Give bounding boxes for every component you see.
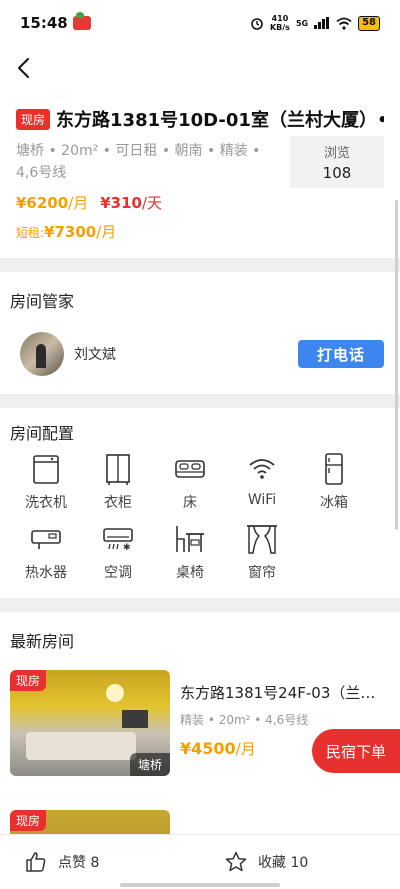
network-speed: 410 KB/s — [270, 14, 290, 32]
wifi-icon — [249, 459, 275, 479]
facility-label: 热水器 — [25, 565, 67, 581]
alarm-icon — [251, 18, 263, 30]
short-rent-row: 短租:¥7300/月 — [16, 221, 384, 242]
fridge-icon — [325, 453, 343, 485]
like-button[interactable]: 点赞 8 — [0, 850, 200, 874]
short-rent-price: ¥7300 — [44, 223, 97, 241]
listing-title: 东方路1381号10D-01室（兰村大厦）• — [56, 110, 384, 131]
facility-item: 洗衣机 — [10, 452, 82, 512]
title-row: 现房 东方路1381号10D-01室（兰村大厦）• — [16, 106, 384, 132]
facility-label: 冰箱 — [320, 495, 348, 511]
views-label: 浏览 — [323, 146, 350, 161]
short-rent-unit: /月 — [96, 223, 117, 241]
bottom-bar: 点赞 8 收藏 10 — [0, 834, 400, 889]
signal-icon — [314, 17, 330, 29]
thumbnail-sofa — [26, 732, 136, 760]
divider — [0, 258, 400, 272]
status-bar: 15:48 410 KB/s 5G 58 — [0, 0, 400, 46]
views-count: 108 — [322, 164, 352, 182]
call-button[interactable]: 打电话 — [298, 340, 384, 368]
facility-item: 热水器 — [10, 522, 82, 582]
listing-price-unit: /月 — [235, 740, 256, 758]
listing-card-title: 东方路1381号24F-03（兰… — [180, 684, 376, 702]
curtain-icon — [247, 525, 277, 554]
wifi-status-icon — [336, 17, 352, 30]
monthly-unit: /月 — [68, 194, 89, 212]
monthly-price: ¥6200 — [16, 194, 69, 212]
table-chair-icon — [176, 526, 204, 552]
agent-row: 刘文斌 打电话 — [0, 312, 400, 394]
facility-label: 空调 — [104, 565, 132, 581]
bnb-order-button[interactable]: 民宿下单 — [312, 729, 400, 773]
app-notification-icon — [72, 12, 91, 30]
listing-tag: 现房 — [10, 810, 47, 831]
scrollbar[interactable] — [395, 200, 398, 530]
nav-bar — [0, 46, 400, 90]
listing-card-meta: 精装 • 20m² • 4,6号线 — [180, 713, 309, 727]
star-icon — [225, 851, 247, 872]
agent-section: 房间管家 刘文斌 打电话 — [0, 272, 400, 394]
washing-machine-icon — [33, 455, 59, 484]
facilities-title: 房间配置 — [10, 424, 75, 443]
facilities-grid: 洗衣机 衣柜 床 WiFi 冰箱 热水器 ✱ 空调 桌椅 窗帘 — [10, 444, 400, 592]
facility-label: 洗衣机 — [25, 495, 67, 511]
status-time-group: 15:48 — [20, 12, 91, 32]
air-conditioner-icon: ✱ — [103, 528, 133, 553]
divider — [0, 394, 400, 408]
speed-unit: KB/s — [269, 23, 290, 32]
views-box: 浏览 108 — [290, 136, 384, 188]
facility-label: WiFi — [247, 492, 277, 508]
facility-label: 床 — [183, 495, 197, 511]
thumbnail-lamp — [106, 684, 124, 702]
price-row: ¥6200/月 ¥310/天 — [16, 192, 384, 213]
status-tag: 现房 — [16, 108, 51, 130]
home-indicator — [120, 883, 280, 887]
status-time: 15:48 — [20, 14, 68, 32]
facility-item: 窗帘 — [226, 522, 298, 582]
latest-title: 最新房间 — [10, 632, 75, 651]
svg-text:✱: ✱ — [123, 543, 131, 553]
network-type: 5G — [295, 18, 309, 28]
thumbnail-picture — [122, 710, 148, 728]
listing-meta: 塘桥 • 20m² • 可日租 • 朝南 • 精装 • 4,6号线 — [16, 143, 261, 181]
thumbs-up-icon — [26, 852, 46, 872]
speed-value: 410 — [271, 14, 289, 23]
agent-section-title: 房间管家 — [10, 292, 75, 311]
facility-item: 床 — [154, 452, 226, 512]
avatar — [20, 332, 64, 376]
listing-price-value: ¥4500 — [180, 739, 236, 758]
favorite-label: 收藏 10 — [258, 855, 309, 871]
daily-price: ¥310 — [100, 194, 142, 212]
wardrobe-icon — [106, 454, 130, 485]
facility-label: 衣柜 — [104, 495, 132, 511]
facility-label: 桌椅 — [176, 565, 204, 581]
listing-tag: 现房 — [10, 670, 47, 691]
back-icon[interactable] — [14, 57, 34, 79]
status-right: 410 KB/s 5G 58 — [250, 14, 380, 32]
divider — [0, 598, 400, 612]
listing-location: 塘桥 — [129, 753, 170, 776]
facilities-section: 房间配置 洗衣机 衣柜 床 WiFi 冰箱 热水器 ✱ 空调 桌椅 窗帘 — [0, 408, 400, 592]
facility-item: ✱ 空调 — [82, 522, 154, 582]
water-heater-icon — [31, 530, 61, 549]
favorite-button[interactable]: 收藏 10 — [200, 850, 400, 874]
short-rent-label: 短租: — [16, 226, 45, 240]
facility-label: 窗帘 — [248, 565, 276, 581]
battery-indicator: 58 — [358, 15, 380, 31]
like-label: 点赞 8 — [58, 855, 100, 871]
bed-icon — [175, 460, 205, 478]
facility-item: WiFi — [226, 452, 298, 512]
facility-item: 冰箱 — [298, 452, 370, 512]
facility-item: 衣柜 — [82, 452, 154, 512]
facility-item: 桌椅 — [154, 522, 226, 582]
agent-name: 刘文斌 — [74, 347, 116, 363]
daily-unit: /天 — [142, 194, 163, 212]
listing-thumbnail: 现房 塘桥 — [10, 670, 170, 776]
